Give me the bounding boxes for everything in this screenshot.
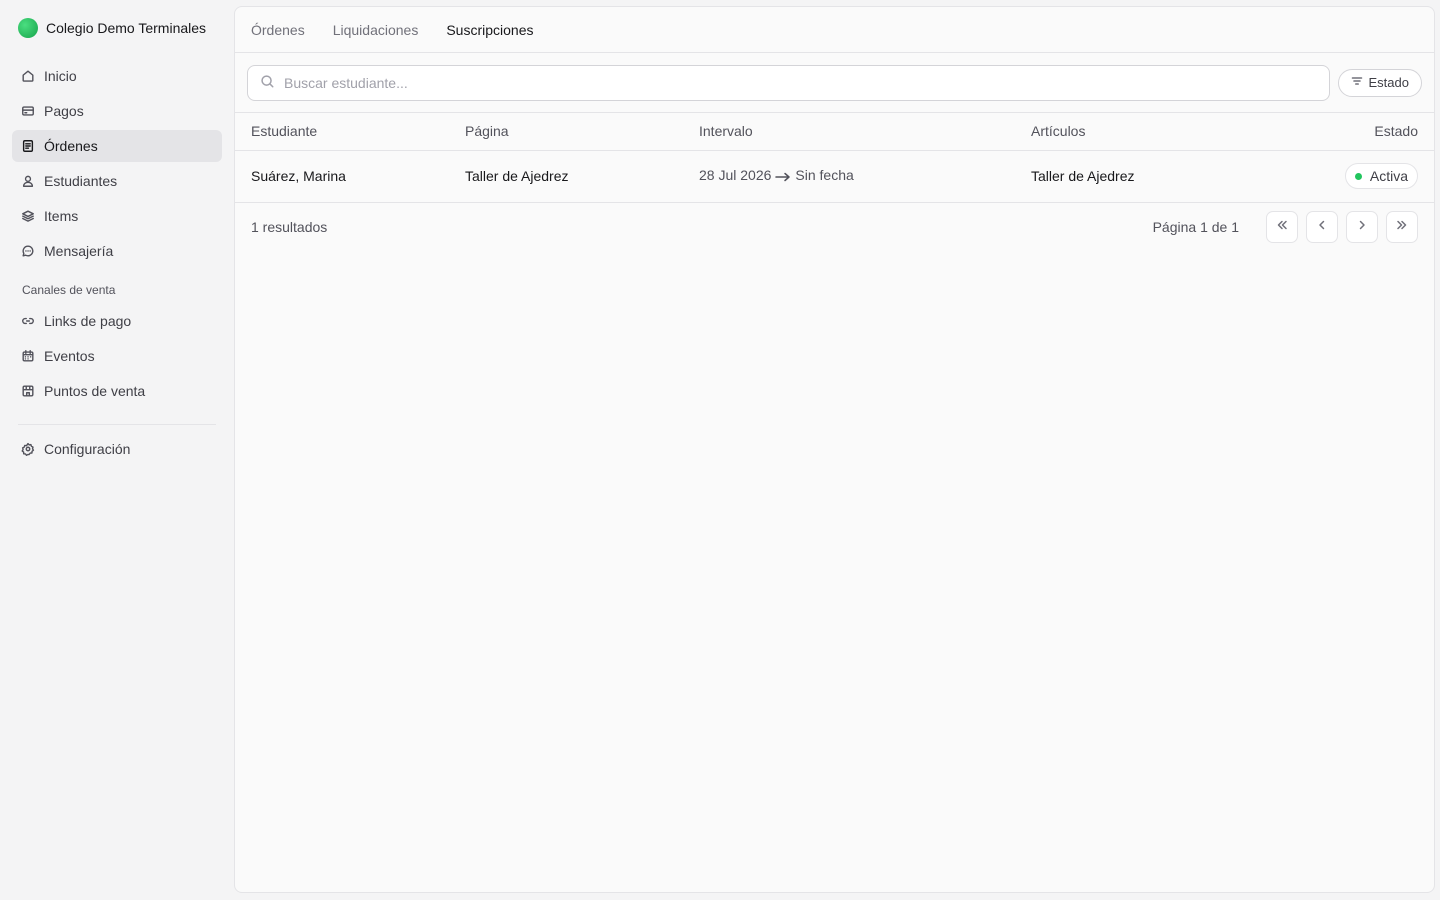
sidebar-item-label: Mensajería bbox=[44, 243, 114, 259]
sidebar-item-pagos[interactable]: Pagos bbox=[12, 95, 222, 127]
filter-icon bbox=[1351, 75, 1363, 90]
column-header-pagina[interactable]: Página bbox=[449, 113, 683, 151]
org-logo-icon bbox=[18, 18, 38, 38]
sidebar-item-label: Puntos de venta bbox=[44, 383, 146, 399]
results-count: 1 resultados bbox=[251, 218, 328, 235]
column-header-intervalo[interactable]: Intervalo bbox=[683, 113, 1015, 151]
cell-interval: 28 Jul 2026 Sin fecha bbox=[683, 150, 1015, 203]
status-badge-label: Activa bbox=[1369, 168, 1408, 184]
sidebar-item-label: Links de pago bbox=[44, 313, 132, 329]
gear-icon bbox=[21, 442, 35, 456]
tab-suscripciones[interactable]: Suscripciones bbox=[446, 22, 533, 38]
main-nav: Inicio Pagos Órdenes Estudiantes Items M… bbox=[12, 60, 222, 465]
tab-ordenes[interactable]: Órdenes bbox=[251, 22, 305, 38]
sidebar-item-label: Órdenes bbox=[44, 138, 98, 154]
sidebar-item-links-de-pago[interactable]: Links de pago bbox=[12, 305, 222, 337]
chevron-right-icon bbox=[1355, 218, 1369, 235]
org-switcher[interactable]: Colegio Demo Terminales bbox=[12, 14, 222, 42]
home-icon bbox=[21, 69, 35, 83]
last-page-button[interactable] bbox=[1386, 210, 1418, 243]
column-header-estado[interactable]: Estado bbox=[1250, 113, 1434, 151]
main-panel: Órdenes Liquidaciones Suscripciones Esta… bbox=[234, 6, 1435, 893]
prev-page-button[interactable] bbox=[1306, 210, 1338, 243]
org-name: Colegio Demo Terminales bbox=[46, 20, 207, 36]
user-icon bbox=[21, 174, 35, 188]
column-header-estudiante[interactable]: Estudiante bbox=[235, 113, 449, 151]
store-icon bbox=[21, 384, 35, 398]
tab-liquidaciones[interactable]: Liquidaciones bbox=[333, 22, 419, 38]
document-icon bbox=[21, 139, 35, 153]
status-badge: Activa bbox=[1344, 163, 1418, 189]
chevrons-right-icon bbox=[1395, 218, 1409, 235]
sidebar-item-inicio[interactable]: Inicio bbox=[12, 60, 222, 92]
arrow-right-icon bbox=[775, 169, 791, 185]
sidebar-item-puntos-de-venta[interactable]: Puntos de venta bbox=[12, 375, 222, 407]
pagination bbox=[1266, 210, 1418, 243]
next-page-button[interactable] bbox=[1346, 210, 1378, 243]
section-label-canales: Canales de venta bbox=[22, 283, 116, 297]
sidebar-item-label: Pagos bbox=[44, 103, 84, 119]
message-icon bbox=[21, 244, 35, 258]
sidebar-item-mensajeria[interactable]: Mensajería bbox=[12, 235, 222, 267]
calendar-icon bbox=[21, 349, 35, 363]
cell-items: Taller de Ajedrez bbox=[1015, 150, 1251, 203]
interval-start: 28 Jul 2026 bbox=[699, 167, 772, 184]
sidebar-item-estudiantes[interactable]: Estudiantes bbox=[12, 165, 222, 197]
table-row[interactable]: Suárez, Marina Taller de Ajedrez 28 Jul … bbox=[235, 150, 1434, 203]
sidebar-item-label: Items bbox=[44, 208, 79, 224]
status-filter-label: Estado bbox=[1368, 75, 1409, 90]
first-page-button[interactable] bbox=[1266, 210, 1298, 243]
sidebar-item-label: Eventos bbox=[44, 348, 95, 364]
search-box bbox=[247, 64, 1330, 101]
sidebar-divider bbox=[18, 424, 216, 425]
chevrons-left-icon bbox=[1275, 218, 1289, 235]
credit-card-icon bbox=[21, 104, 35, 118]
layers-icon bbox=[21, 209, 35, 223]
page-info: Página 1 de 1 bbox=[1152, 218, 1239, 235]
cell-page: Taller de Ajedrez bbox=[449, 150, 683, 203]
toolbar: Estado bbox=[235, 53, 1434, 113]
sidebar-item-label: Inicio bbox=[44, 68, 77, 84]
status-filter-button[interactable]: Estado bbox=[1337, 68, 1422, 97]
link-icon bbox=[21, 314, 35, 328]
column-header-articulos[interactable]: Artículos bbox=[1015, 113, 1251, 151]
interval-end: Sin fecha bbox=[795, 167, 854, 184]
chevron-left-icon bbox=[1315, 218, 1329, 235]
tab-bar: Órdenes Liquidaciones Suscripciones bbox=[235, 7, 1434, 53]
cell-status: Activa bbox=[1250, 150, 1434, 203]
table-header-row: Estudiante Página Intervalo Artículos Es… bbox=[235, 113, 1434, 151]
sidebar-item-ordenes[interactable]: Órdenes bbox=[12, 130, 222, 162]
search-icon bbox=[260, 74, 275, 92]
cell-student: Suárez, Marina bbox=[235, 150, 449, 203]
sidebar-item-configuracion[interactable]: Configuración bbox=[12, 433, 222, 465]
subscriptions-table: Estudiante Página Intervalo Artículos Es… bbox=[235, 113, 1434, 203]
table-footer: 1 resultados Página 1 de 1 bbox=[235, 203, 1434, 251]
search-input[interactable] bbox=[284, 74, 1329, 91]
sidebar-item-label: Configuración bbox=[44, 441, 131, 457]
status-dot-icon bbox=[1354, 172, 1362, 180]
sidebar-item-eventos[interactable]: Eventos bbox=[12, 340, 222, 372]
sidebar: Colegio Demo Terminales Inicio Pagos Órd… bbox=[0, 0, 234, 900]
sidebar-item-items[interactable]: Items bbox=[12, 200, 222, 232]
sidebar-item-label: Estudiantes bbox=[44, 173, 118, 189]
